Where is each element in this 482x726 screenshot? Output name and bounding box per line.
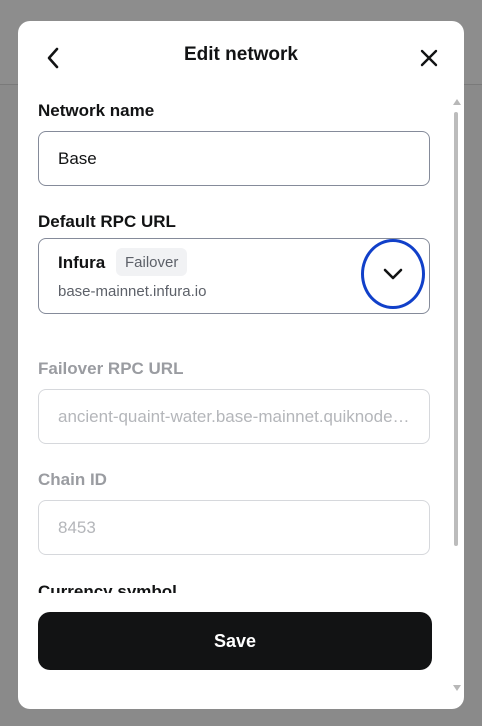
close-button[interactable] <box>416 45 442 71</box>
failover-rpc-value: ancient-quaint-water.base-mainnet.quikno… <box>58 406 410 426</box>
rpc-url-text: base-mainnet.infura.io <box>58 283 207 300</box>
currency-symbol-label: Currency symbol <box>38 582 177 593</box>
modal-header: Edit network <box>18 21 464 93</box>
edit-network-modal: Edit network Network name Base Default R… <box>18 21 464 709</box>
default-rpc-select[interactable]: Infura Failover base-mainnet.infura.io <box>38 238 430 314</box>
close-icon <box>420 49 438 67</box>
failover-rpc-input: ancient-quaint-water.base-mainnet.quikno… <box>38 389 430 444</box>
modal-title: Edit network <box>183 44 298 65</box>
default-rpc-label: Default RPC URL <box>38 212 176 231</box>
chain-id-value: 8453 <box>58 517 96 537</box>
chain-id-label: Chain ID <box>38 470 107 489</box>
failover-badge: Failover <box>116 248 188 276</box>
rpc-dropdown-button[interactable] <box>361 239 425 309</box>
chevron-down-icon <box>383 268 403 280</box>
network-name-input[interactable]: Base <box>38 131 430 186</box>
failover-rpc-label: Failover RPC URL <box>38 359 184 378</box>
network-name-value: Base <box>58 148 97 168</box>
scrollbar[interactable] <box>451 99 461 691</box>
save-button[interactable]: Save <box>38 612 432 670</box>
scroll-up-arrow-icon[interactable] <box>453 99 461 105</box>
chain-id-input: 8453 <box>38 500 430 555</box>
scrollbar-thumb[interactable] <box>454 112 458 546</box>
network-name-label: Network name <box>38 101 155 120</box>
rpc-provider-name: Infura <box>58 253 106 272</box>
scroll-down-arrow-icon[interactable] <box>453 685 461 691</box>
form-scroll-area: Network name Base Default RPC URL Infura… <box>18 93 464 593</box>
